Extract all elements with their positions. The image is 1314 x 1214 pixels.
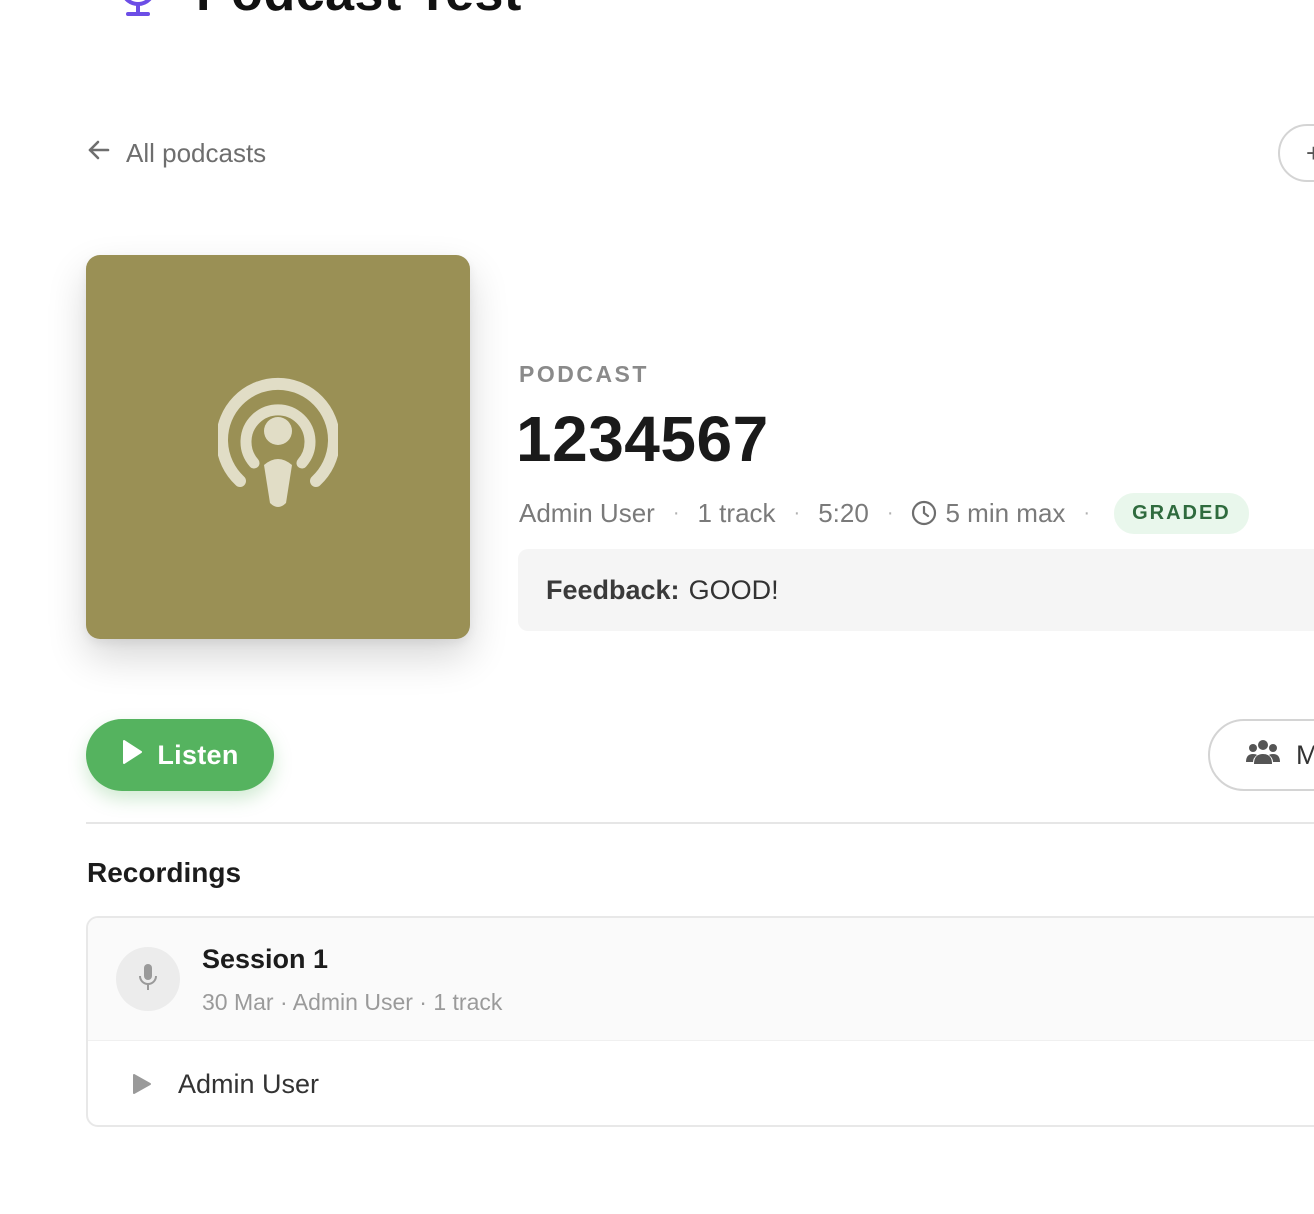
status-badge: GRADED — [1114, 492, 1249, 534]
session-name: Session 1 — [202, 944, 329, 974]
recordings-heading: Recordings — [87, 857, 242, 888]
app-heading: Podcast Test — [118, 0, 522, 23]
play-icon — [121, 739, 143, 772]
clock-icon — [911, 500, 937, 526]
listen-button[interactable]: Listen — [86, 719, 274, 791]
podcast-author: Admin User — [519, 497, 655, 528]
play-icon[interactable] — [132, 1073, 152, 1095]
podcast-time-limit: 5 min max — [945, 497, 1066, 528]
top-right-action-button[interactable]: + — [1278, 124, 1314, 182]
arrow-left-icon — [86, 137, 112, 170]
podcast-meta: Admin User · 1 track · 5:20 · 5 min max … — [519, 492, 1249, 534]
users-icon — [1246, 738, 1280, 773]
track-row[interactable]: Admin User — [88, 1040, 1314, 1125]
back-link-label: All podcasts — [126, 137, 267, 168]
session-header[interactable]: Session 1 30 Mar · Admin User · 1 track — [88, 918, 1314, 1040]
page: Podcast Test All podcasts + PODCAST 1234… — [0, 0, 1314, 1214]
listen-button-label: Listen — [157, 739, 239, 770]
podcast-icon — [216, 375, 340, 520]
podcast-kicker: PODCAST — [519, 361, 649, 387]
session-avatar — [116, 947, 180, 1011]
session-meta: 30 Mar · Admin User · 1 track — [202, 989, 503, 1015]
meta-separator: · — [793, 501, 801, 524]
microphone-icon — [138, 963, 158, 996]
meta-separator: · — [886, 501, 894, 524]
meta-separator: · — [1083, 501, 1091, 524]
track-name: Admin User — [178, 1069, 320, 1099]
feedback-text: GOOD! — [688, 574, 779, 605]
feedback-box: Feedback: GOOD! — [518, 549, 1314, 631]
divider — [86, 822, 1314, 824]
app-title: Podcast Test — [196, 0, 522, 23]
members-button[interactable]: M — [1208, 719, 1314, 791]
top-right-button-label: + — [1306, 137, 1314, 168]
back-to-all-podcasts-link[interactable]: All podcasts — [86, 134, 266, 172]
podcast-duration: 5:20 — [818, 497, 869, 528]
microphone-icon — [118, 0, 158, 23]
meta-separator: · — [672, 501, 680, 524]
podcast-track-count: 1 track — [697, 497, 776, 528]
members-button-label: M — [1296, 739, 1314, 770]
podcast-title: 1234567 — [516, 403, 769, 475]
podcast-cover-art — [86, 255, 470, 639]
feedback-label: Feedback: — [546, 574, 680, 605]
recording-session-card: Session 1 30 Mar · Admin User · 1 track … — [86, 916, 1314, 1127]
